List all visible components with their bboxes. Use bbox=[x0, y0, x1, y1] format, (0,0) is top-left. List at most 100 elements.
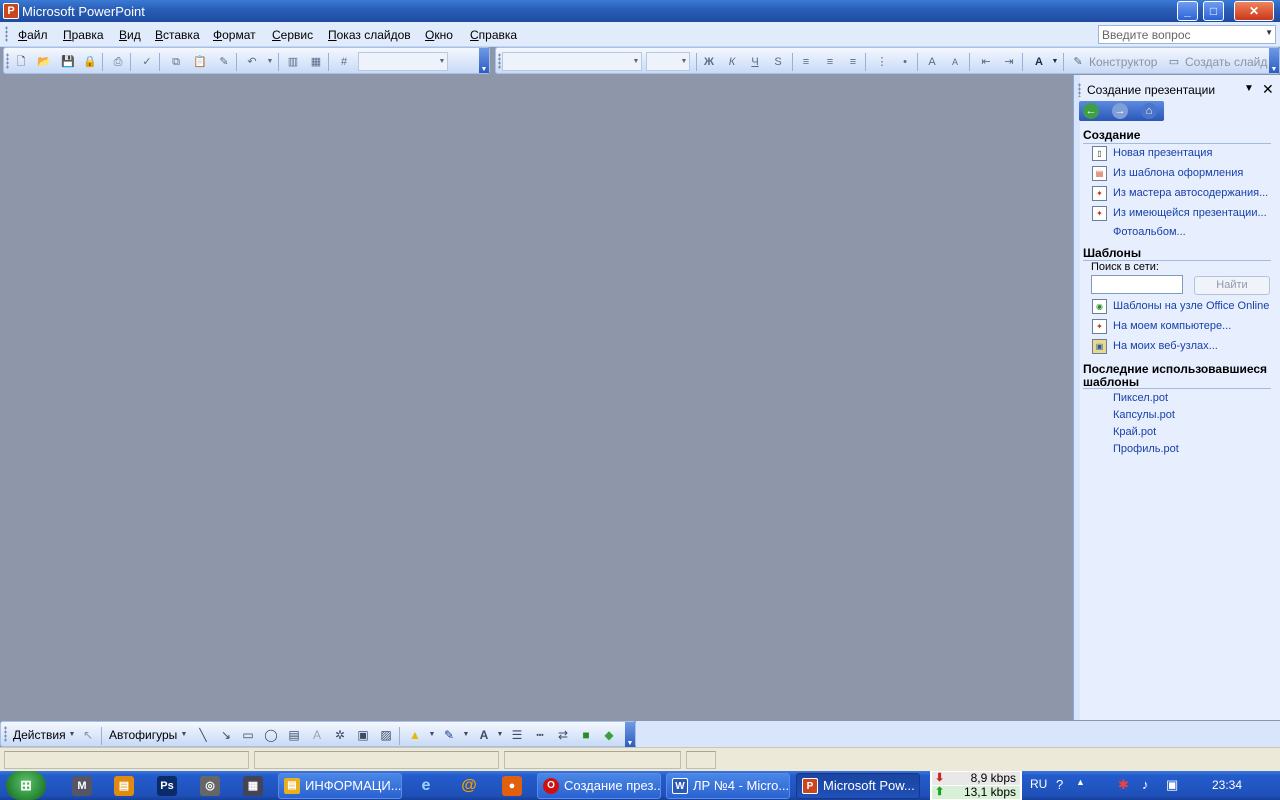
taskbar-button-folder[interactable]: ▤ ИНФОРМАЦИ... bbox=[278, 773, 402, 799]
menu-help[interactable]: Справка bbox=[470, 28, 517, 42]
task-pane-grip[interactable] bbox=[1078, 83, 1081, 97]
chevron-down-icon[interactable]: ▼ bbox=[1265, 28, 1273, 37]
toolbar-grip[interactable] bbox=[4, 726, 7, 742]
shadow-style-icon[interactable]: ■ bbox=[578, 727, 594, 743]
italic-button[interactable]: К bbox=[724, 54, 740, 70]
font-color-button[interactable]: A bbox=[1031, 54, 1047, 70]
permission-icon[interactable]: 🔒 bbox=[82, 54, 98, 70]
chevron-down-icon[interactable]: ▼ bbox=[176, 727, 192, 743]
line-color-icon[interactable]: ✎ bbox=[441, 727, 457, 743]
forward-icon[interactable]: → bbox=[1112, 103, 1128, 119]
quicklaunch-icon[interactable]: ◎ bbox=[200, 776, 220, 796]
align-center-icon[interactable]: ≡ bbox=[822, 54, 838, 70]
arrow-tool-icon[interactable]: ↘ bbox=[218, 727, 234, 743]
link-autocontent-wizard[interactable]: Из мастера автосодержания... bbox=[1113, 187, 1268, 199]
clock[interactable]: 23:34 bbox=[1212, 778, 1242, 792]
toolbar-grip[interactable] bbox=[498, 53, 501, 69]
align-right-icon[interactable]: ≡ bbox=[845, 54, 861, 70]
link-new-presentation[interactable]: Новая презентация bbox=[1113, 147, 1212, 159]
numbering-icon[interactable]: ⋮ bbox=[874, 54, 890, 70]
oval-tool-icon[interactable]: ◯ bbox=[263, 727, 279, 743]
chevron-down-icon[interactable]: ▼ bbox=[631, 53, 641, 70]
grid-icon[interactable]: # bbox=[336, 54, 352, 70]
font-color-dropdown-icon[interactable]: ▼ bbox=[1047, 54, 1063, 70]
undo-dropdown-icon[interactable]: ▼ bbox=[262, 54, 278, 70]
autoshapes-menu[interactable]: Автофигуры bbox=[109, 728, 177, 742]
chevron-down-icon[interactable]: ▼ bbox=[492, 727, 508, 743]
ie-icon[interactable]: e bbox=[416, 776, 436, 796]
powerpoint-app-icon[interactable]: P bbox=[3, 3, 19, 19]
menu-view[interactable]: Вид bbox=[119, 28, 141, 42]
folder-icon[interactable]: ▤ bbox=[114, 776, 134, 796]
chevron-down-icon[interactable]: ▼ bbox=[424, 727, 440, 743]
link-from-design-template[interactable]: Из шаблона оформления bbox=[1113, 167, 1243, 179]
clipart-icon[interactable]: ▣ bbox=[355, 727, 371, 743]
chevron-down-icon[interactable]: ▼ bbox=[437, 53, 447, 70]
taskbar-button-word[interactable]: W ЛР №4 - Micro... bbox=[666, 773, 790, 799]
paste-icon[interactable]: 📋 bbox=[192, 54, 208, 70]
maximize-button[interactable]: □ bbox=[1203, 1, 1224, 21]
menu-insert[interactable]: Вставка bbox=[155, 28, 200, 42]
close-icon[interactable]: ✕ bbox=[1262, 81, 1274, 98]
line-tool-icon[interactable]: ╲ bbox=[195, 727, 211, 743]
bold-button[interactable]: Ж bbox=[701, 54, 717, 70]
language-indicator[interactable]: RU bbox=[1030, 777, 1047, 791]
link-my-websites[interactable]: На моих веб-узлах... bbox=[1113, 340, 1218, 352]
link-from-existing[interactable]: Из имеющейся презентации... bbox=[1113, 207, 1267, 219]
dash-style-icon[interactable]: ┅ bbox=[532, 727, 548, 743]
security-icon[interactable]: ✱ bbox=[1118, 777, 1129, 793]
mail-icon[interactable]: @ bbox=[459, 776, 479, 796]
close-button[interactable]: ✕ bbox=[1234, 1, 1274, 21]
minimize-button[interactable]: _ bbox=[1177, 1, 1198, 21]
rectangle-tool-icon[interactable]: ▭ bbox=[240, 727, 256, 743]
recent-template[interactable]: Край.pot bbox=[1113, 426, 1156, 438]
menu-window[interactable]: Окно bbox=[425, 28, 453, 42]
select-pointer-icon[interactable]: ↖ bbox=[80, 727, 96, 743]
network-monitor[interactable]: ⬇ 8,9 kbps ⬆ 13,1 kbps bbox=[930, 771, 1022, 800]
menu-format[interactable]: Формат bbox=[213, 28, 256, 42]
toolbar-options-icon[interactable]: ▼ bbox=[1269, 48, 1279, 73]
help-icon[interactable]: ? bbox=[1056, 777, 1063, 792]
format-painter-icon[interactable]: ✎ bbox=[216, 54, 232, 70]
designer-button[interactable]: Конструктор bbox=[1089, 55, 1157, 69]
align-left-icon[interactable]: ≡ bbox=[798, 54, 814, 70]
link-my-computer[interactable]: На моем компьютере... bbox=[1113, 320, 1231, 332]
menu-file[interactable]: Файл bbox=[18, 28, 48, 42]
arrow-style-icon[interactable]: ⇄ bbox=[555, 727, 571, 743]
line-style-icon[interactable]: ☰ bbox=[509, 727, 525, 743]
link-photo-album[interactable]: Фотоальбом... bbox=[1113, 226, 1186, 238]
bullets-icon[interactable]: • bbox=[897, 54, 913, 70]
toolbar-grip[interactable] bbox=[6, 53, 9, 69]
menu-edit[interactable]: Правка bbox=[63, 28, 104, 42]
3d-style-icon[interactable]: ◆ bbox=[601, 727, 617, 743]
home-icon[interactable]: ⌂ bbox=[1141, 103, 1157, 119]
new-slide-button[interactable]: Создать слайд bbox=[1185, 55, 1267, 69]
volume-icon[interactable]: ♪ bbox=[1142, 777, 1149, 792]
start-button[interactable]: ⊞ bbox=[6, 771, 46, 800]
chevron-down-icon[interactable]: ▼ bbox=[679, 53, 689, 70]
taskbar-button-opera[interactable]: O Создание през... bbox=[537, 773, 661, 799]
save-icon[interactable]: 💾 bbox=[60, 54, 76, 70]
open-folder-icon[interactable]: 📂 bbox=[36, 54, 52, 70]
toolbar-options-icon[interactable]: ▼ bbox=[625, 722, 635, 747]
spelling-icon[interactable]: ✓ bbox=[139, 54, 155, 70]
insert-picture-icon[interactable]: ▨ bbox=[378, 727, 394, 743]
new-document-icon[interactable]: 🗋 bbox=[13, 54, 29, 70]
wordart-icon[interactable]: A bbox=[309, 727, 325, 743]
tray-expand-icon[interactable]: ▲ bbox=[1076, 777, 1085, 787]
increase-font-icon[interactable]: A bbox=[924, 54, 940, 70]
decrease-font-icon[interactable]: A bbox=[947, 54, 963, 70]
taskbar-button-powerpoint[interactable]: P Microsoft Pow... bbox=[796, 773, 920, 799]
copy-icon[interactable]: ⧉ bbox=[168, 54, 184, 70]
decrease-indent-icon[interactable]: ⇤ bbox=[978, 54, 994, 70]
actions-menu[interactable]: Действия bbox=[13, 728, 66, 742]
toolbar-options-icon[interactable]: ▼ bbox=[479, 48, 489, 73]
recent-template[interactable]: Профиль.pot bbox=[1113, 443, 1179, 455]
fill-color-icon[interactable]: ▲ bbox=[407, 727, 423, 743]
insert-chart-icon[interactable]: ▥ bbox=[285, 54, 301, 70]
underline-button[interactable]: Ч bbox=[747, 54, 763, 70]
network-icon[interactable]: ▣ bbox=[1166, 777, 1178, 793]
shadow-button[interactable]: S bbox=[770, 54, 786, 70]
chevron-down-icon[interactable]: ▼ bbox=[1244, 83, 1254, 94]
document-workspace[interactable] bbox=[0, 75, 1073, 720]
